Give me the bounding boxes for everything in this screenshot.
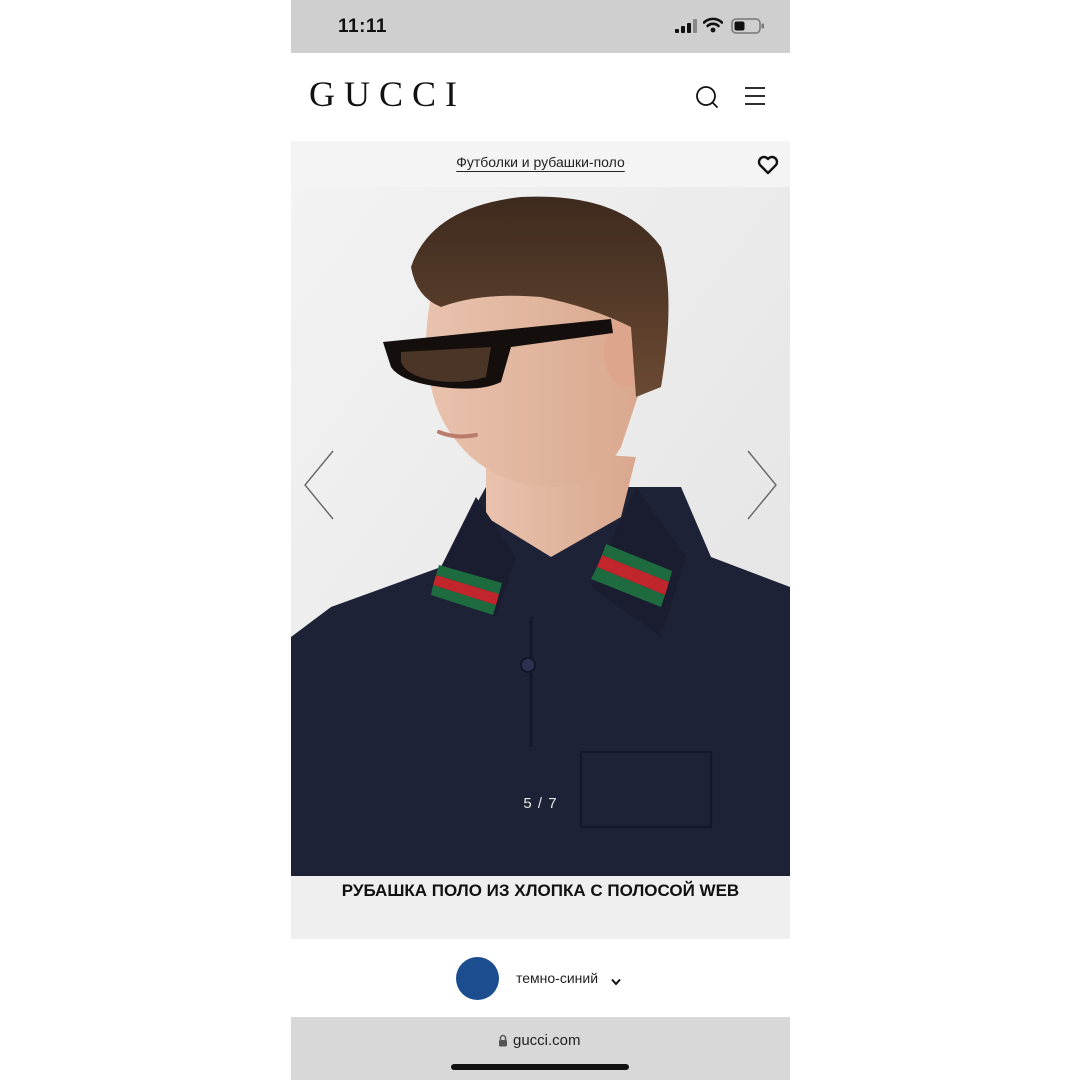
color-swatch[interactable] (456, 957, 499, 1000)
chevron-right-icon[interactable] (746, 449, 778, 526)
url-text[interactable]: gucci.com (513, 1032, 581, 1049)
signal-icon (675, 19, 697, 38)
product-photo (291, 187, 790, 876)
breadcrumb-category-link[interactable]: Футболки и рубашки-поло (456, 154, 625, 170)
search-icon[interactable] (695, 85, 719, 114)
color-selector[interactable]: темно-синий (291, 939, 790, 1017)
product-title: РУБАШКА ПОЛО ИЗ ХЛОПКА С ПОЛОСОЙ WEB (341, 881, 740, 900)
category-row: Футболки и рубашки-поло (291, 141, 790, 187)
lock-icon (498, 1034, 508, 1052)
product-image-gallery[interactable]: 5 / 7 (291, 187, 790, 876)
gucci-logo[interactable]: GUCCI (309, 73, 466, 115)
site-header: GUCCI (291, 53, 790, 141)
chevron-down-icon[interactable] (611, 973, 621, 991)
chevron-left-icon[interactable] (303, 449, 335, 526)
product-title-box: РУБАШКА ПОЛО ИЗ ХЛОПКА С ПОЛОСОЙ WEB (291, 876, 790, 939)
battery-icon (731, 18, 765, 39)
heart-icon[interactable] (757, 155, 779, 180)
phone-screen: 11:11 GUCCI Футболки и рубашки-поло 5 / … (291, 0, 790, 1080)
wifi-icon (702, 17, 724, 38)
color-label[interactable]: темно-синий (516, 970, 598, 986)
status-time: 11:11 (338, 16, 387, 37)
browser-url-bar[interactable]: gucci.com (291, 1017, 790, 1080)
image-counter: 5 / 7 (523, 795, 558, 812)
menu-icon[interactable] (744, 86, 766, 111)
home-indicator[interactable] (451, 1064, 629, 1070)
breadcrumb: Футболки и рубашки-поло (291, 154, 790, 170)
status-bar: 11:11 (291, 0, 790, 53)
